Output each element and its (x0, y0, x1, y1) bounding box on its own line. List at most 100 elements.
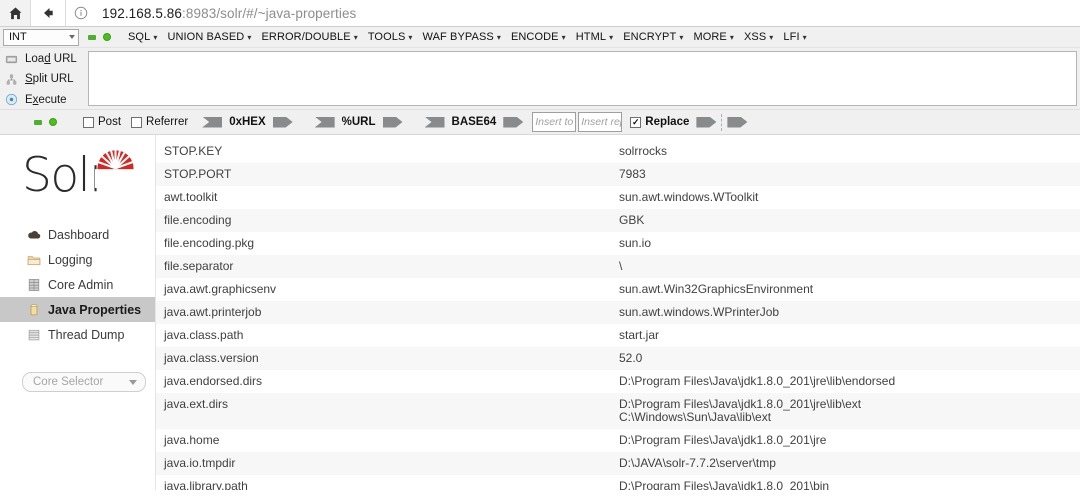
sidebar-item-label: Thread Dump (48, 327, 125, 342)
back-arrow-icon (44, 8, 53, 18)
green-square-indicator[interactable] (88, 34, 96, 40)
url-label: %URL (341, 116, 376, 128)
insert-replace-input[interactable]: Insert rep (578, 112, 623, 132)
referrer-checkbox-group[interactable]: Referrer (131, 116, 188, 128)
base64-label: BASE64 (451, 116, 497, 128)
table-row[interactable]: STOP.PORT 7983 (156, 163, 1080, 186)
property-value: D:\Program Files\Java\jdk1.8.0_201\jre (619, 433, 827, 447)
solr-logo[interactable]: Solr (22, 147, 142, 205)
table-row[interactable]: STOP.KEY solrrocks (156, 140, 1080, 163)
hackbar-url-textarea[interactable] (88, 51, 1077, 106)
menu-html[interactable]: HTML ▾ (571, 31, 618, 43)
insert-to-input[interactable]: Insert to r (532, 112, 577, 132)
property-key: java.class.path (164, 328, 244, 342)
execute-label: Execute (25, 93, 67, 106)
sidebar-item-java-properties[interactable]: Java Properties (0, 297, 155, 322)
replace-checkbox-group[interactable]: ✓ Replace (630, 116, 689, 128)
back-button[interactable] (30, 0, 66, 26)
home-icon (9, 7, 21, 19)
menu-encrypt[interactable]: ENCRYPT ▾ (618, 31, 688, 43)
sidebar-item-dashboard[interactable]: Dashboard (0, 222, 155, 247)
table-row[interactable]: java.io.tmpdir D:\JAVA\solr-7.7.2\server\… (156, 452, 1080, 475)
menu-label: WAF BYPASS (422, 31, 494, 43)
table-row[interactable]: java.library.path D:\Program Files\Java\j… (156, 475, 1080, 490)
home-button[interactable] (0, 0, 30, 26)
table-row[interactable]: file.encoding GBK (156, 209, 1080, 232)
table-row[interactable]: java.ext.dirs D:\Program Files\Java\jdk1… (156, 393, 1080, 429)
sidebar-item-logging[interactable]: Logging (0, 247, 155, 272)
post-checkbox-group[interactable]: Post (83, 116, 121, 128)
replace-checkbox[interactable]: ✓ (630, 116, 642, 128)
info-circle-icon (74, 6, 88, 20)
property-key: java.library.path (164, 479, 248, 491)
table-row[interactable]: java.class.path start.jar (156, 324, 1080, 347)
execute-button[interactable]: Execute (0, 91, 88, 109)
sidebar-item-label: Core Admin (48, 277, 114, 292)
cloud-icon (28, 230, 41, 239)
hex-encode-arrow-icon[interactable] (272, 116, 293, 128)
url-encode-arrow-icon[interactable] (382, 116, 403, 128)
hex-decode-arrow-icon[interactable] (202, 116, 223, 128)
table-row[interactable]: java.home D:\Program Files\Java\jdk1.8.0_… (156, 429, 1080, 452)
property-key: java.ext.dirs (164, 397, 229, 411)
green-square-indicator-2[interactable] (34, 119, 42, 125)
property-value: start.jar (619, 328, 660, 342)
referrer-checkbox[interactable] (131, 116, 143, 128)
address-bar[interactable]: 192.168.5.86:8983/solr/#/~java-propertie… (96, 0, 1080, 26)
chevron-down-icon: ▾ (769, 33, 774, 42)
injection-type-value: INT (9, 31, 27, 43)
sidebar-item-core-admin[interactable]: Core Admin (0, 272, 155, 297)
replace-apply-arrow-icon[interactable] (696, 116, 717, 128)
chevron-down-icon: ▾ (729, 33, 734, 42)
base64-decode-arrow-icon[interactable] (424, 116, 445, 128)
overflow-arrow-icon[interactable] (727, 116, 748, 128)
menu-xss[interactable]: XSS ▾ (739, 31, 778, 43)
menu-tools[interactable]: TOOLS ▾ (363, 31, 418, 43)
menu-union-based[interactable]: UNION BASED ▾ (162, 31, 256, 43)
green-circle-indicator-2[interactable] (49, 118, 57, 126)
url-decode-arrow-icon[interactable] (314, 116, 335, 128)
menu-more[interactable]: MORE ▾ (688, 31, 739, 43)
java-properties-body: STOP.KEY solrrocks STOP.PORT 7983 awt.tool… (156, 140, 1080, 490)
hackbar-menu-row: INT SQL ▾ UNION BASED ▾ ERROR/DOUBLE ▾ TOOL… (0, 27, 1080, 48)
menu-waf-bypass[interactable]: WAF BYPASS ▾ (418, 31, 506, 43)
load-url-button[interactable]: Load URL (0, 50, 88, 68)
hackbar-options-row: Post Referrer 0xHEX %URL BASE64 Insert t… (0, 110, 1080, 135)
menu-encode[interactable]: ENCODE ▾ (506, 31, 571, 43)
property-key: STOP.PORT (164, 167, 232, 181)
menu-sql[interactable]: SQL ▾ (123, 31, 162, 43)
sidebar-item-thread-dump[interactable]: Thread Dump (0, 322, 155, 347)
table-row[interactable]: file.separator \ (156, 255, 1080, 278)
table-row[interactable]: java.awt.graphicsenv sun.awt.Win32Graphic… (156, 278, 1080, 301)
green-circle-indicator[interactable] (103, 33, 111, 41)
menu-error-double[interactable]: ERROR/DOUBLE ▾ (256, 31, 362, 43)
core-selector-dropdown[interactable]: Core Selector (22, 372, 146, 392)
property-value: sun.io (619, 236, 652, 250)
table-row[interactable]: java.awt.printerjob sun.awt.windows.WPrin… (156, 301, 1080, 324)
post-label: Post (98, 116, 122, 128)
property-key: file.separator (164, 259, 234, 273)
base64-encode-arrow-icon[interactable] (503, 116, 524, 128)
chevron-down-icon: ▾ (408, 33, 413, 42)
table-row[interactable]: awt.toolkit sun.awt.windows.WToolkit (156, 186, 1080, 209)
split-url-button[interactable]: Split URL (0, 70, 88, 88)
property-value: D:\JAVA\solr-7.7.2\server\tmp (619, 456, 776, 470)
post-checkbox[interactable] (83, 116, 94, 128)
site-info-button[interactable] (66, 0, 96, 26)
menu-label: MORE (693, 31, 727, 43)
menu-label: ERROR/DOUBLE (261, 31, 351, 43)
table-row[interactable]: java.class.version 52.0 (156, 347, 1080, 370)
chevron-down-icon: ▾ (561, 33, 566, 42)
property-key: awt.toolkit (164, 190, 218, 204)
folder-icon (27, 255, 41, 265)
chevron-down-icon (69, 35, 75, 39)
hex-label: 0xHEX (229, 116, 266, 128)
chevron-down-icon: ▾ (679, 33, 684, 42)
url-path: :8983/solr/#/~java-properties (182, 5, 357, 21)
table-row[interactable]: file.encoding.pkg sun.io (156, 232, 1080, 255)
table-row[interactable]: java.endorsed.dirs D:\Program Files\Java\… (156, 370, 1080, 393)
replace-label: Replace (645, 116, 690, 128)
menu-lfi[interactable]: LFI ▾ (778, 31, 811, 43)
toolbar-divider (721, 113, 723, 131)
injection-type-select[interactable]: INT (3, 28, 79, 46)
